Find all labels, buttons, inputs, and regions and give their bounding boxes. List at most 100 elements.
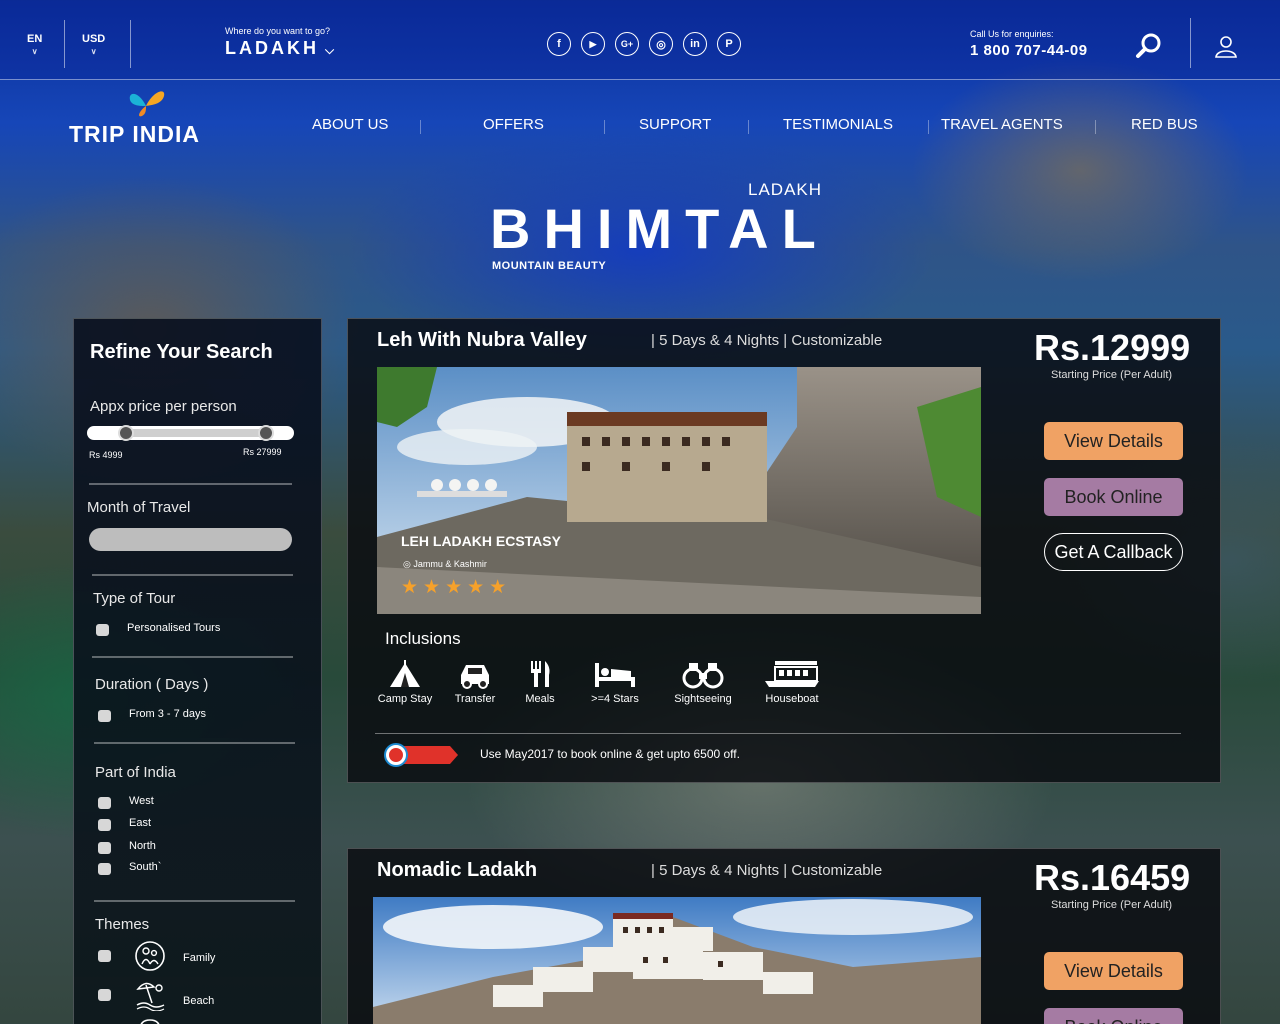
themes-label: Themes	[95, 916, 150, 933]
checkbox-beach[interactable]	[98, 989, 111, 1001]
inclusion-transfer: Transfer	[440, 659, 510, 705]
nav-red-bus[interactable]: RED BUS	[1131, 116, 1198, 133]
divider	[92, 574, 293, 576]
logo-text: TRIP INDIA	[69, 121, 200, 147]
book-online-button[interactable]: Book Online	[1044, 478, 1183, 516]
option-label: North	[129, 840, 156, 852]
currency-value: USD	[82, 33, 106, 45]
filter-panel: Refine Your Search Appx price per person…	[73, 318, 322, 1024]
cutlery-icon	[531, 661, 550, 687]
location-pin-icon: ◎	[403, 559, 414, 569]
call-label: Call Us for enquiries:	[970, 29, 1054, 39]
nav-testimonials[interactable]: TESTIMONIALS	[783, 116, 893, 133]
logo[interactable]: TRIP INDIA	[68, 88, 218, 148]
currency-selector[interactable]: USD ∨	[82, 33, 105, 56]
bed-icon	[595, 663, 635, 687]
tour-meta: | 5 Days & 4 Nights | Customizable	[651, 862, 883, 879]
binoculars-icon	[682, 663, 724, 689]
divider	[89, 483, 292, 485]
nav-travel-agents[interactable]: TRAVEL AGENTS	[941, 116, 1063, 133]
checkbox-family[interactable]	[98, 950, 111, 962]
hero-title: BHIMTAL	[490, 197, 829, 260]
inclusion-label: Camp Stay	[377, 693, 433, 705]
divider	[748, 120, 749, 134]
inclusions-label: Inclusions	[385, 629, 461, 648]
divider	[420, 120, 421, 134]
photo-location-text: Jammu & Kashmir	[413, 559, 487, 569]
nav-about-us[interactable]: ABOUT US	[312, 116, 388, 133]
divider	[928, 120, 929, 134]
houseboat-icon	[765, 661, 819, 687]
youtube-icon[interactable]: ▶	[581, 32, 605, 56]
tour-photo[interactable]	[373, 897, 981, 1024]
family-icon	[134, 940, 166, 972]
divider	[1190, 18, 1191, 68]
divider	[64, 20, 65, 68]
get-callback-button[interactable]: Get A Callback	[1044, 533, 1183, 571]
inclusion-sightseeing: Sightseeing	[668, 659, 738, 705]
photo-location: ◎ Jammu & Kashmir	[403, 559, 487, 570]
tour-photo[interactable]: LEH LADAKH ECSTASY ◎ Jammu & Kashmir ★★★…	[377, 367, 981, 614]
duration-label: Duration ( Days )	[95, 676, 209, 693]
nav-offers[interactable]: OFFERS	[483, 116, 544, 133]
inclusion-meals: Meals	[505, 659, 575, 705]
checkbox-west[interactable]	[98, 797, 111, 809]
hero-tagline: MOUNTAIN BEAUTY	[492, 260, 607, 272]
divider	[130, 20, 131, 68]
option-label: Family	[183, 952, 216, 964]
tour-card: Leh With Nubra Valley | 5 Days & 4 Night…	[347, 318, 1221, 783]
price-range-slider[interactable]	[87, 425, 294, 441]
divider	[94, 742, 295, 744]
beach-icon	[134, 979, 166, 1012]
checkbox-south[interactable]	[98, 863, 111, 875]
checkbox-duration[interactable]	[98, 710, 111, 722]
tour-type-label: Type of Tour	[93, 590, 176, 607]
checkbox-east[interactable]	[98, 819, 111, 831]
instagram-icon[interactable]: ◎	[649, 32, 673, 56]
car-icon	[461, 665, 489, 689]
pinterest-icon[interactable]: P	[717, 32, 741, 56]
photo-title: LEH LADAKH ECSTASY	[401, 533, 561, 549]
chevron-down-icon: ∨	[90, 47, 97, 56]
inclusion-houseboat: Houseboat	[757, 659, 827, 705]
user-icon[interactable]	[1214, 34, 1238, 58]
checkbox-personalised-tours[interactable]	[96, 624, 109, 636]
option-label: East	[129, 817, 152, 829]
search-icon[interactable]	[1135, 32, 1163, 60]
language-selector[interactable]: EN ∨	[27, 33, 42, 56]
price-max: Rs 27999	[243, 447, 282, 457]
option-label: Personalised Tours	[127, 622, 221, 634]
nav-support[interactable]: SUPPORT	[639, 116, 711, 133]
slider-min-handle[interactable]	[118, 425, 134, 441]
book-online-button[interactable]: Book Online	[1044, 1008, 1183, 1024]
tour-price: Rs.12999	[1034, 327, 1191, 368]
linkedin-icon[interactable]: in	[683, 32, 707, 56]
view-details-button[interactable]: View Details	[1044, 422, 1183, 460]
social-links: f ▶ G+ ◎ in P	[547, 32, 741, 56]
option-label: Beach	[183, 995, 215, 1007]
month-select[interactable]	[89, 528, 292, 551]
option-label: South`	[129, 861, 162, 873]
checkbox-north[interactable]	[98, 842, 111, 854]
tour-meta: | 5 Days & 4 Nights | Customizable	[651, 332, 883, 349]
destination-selector[interactable]: Where do you want to go? LADAKH ⌵	[225, 26, 334, 59]
price-label: Appx price per person	[90, 398, 237, 415]
destination-value[interactable]: LADAKH ⌵	[225, 38, 334, 59]
google-plus-icon[interactable]: G+	[615, 32, 639, 56]
thiksey-monastery-photo	[373, 897, 981, 1024]
inclusion-stars: >=4 Stars	[580, 659, 650, 705]
tour-title[interactable]: Nomadic Ladakh	[377, 859, 537, 882]
tour-price: Rs.16459	[1034, 857, 1191, 898]
chevron-down-icon: ∨	[31, 47, 38, 56]
language-value: EN	[27, 33, 43, 45]
main-nav: ABOUT US OFFERS SUPPORT TESTIMONIALS TRA…	[290, 116, 1230, 136]
view-details-button[interactable]: View Details	[1044, 952, 1183, 990]
phone-number[interactable]: 1 800 707-44-09	[970, 42, 1088, 59]
top-bar: EN ∨ USD ∨ Where do you want to go? LADA…	[0, 0, 1280, 80]
facebook-icon[interactable]: f	[547, 32, 571, 56]
tour-title[interactable]: Leh With Nubra Valley	[377, 329, 587, 352]
price-note: Starting Price (Per Adult)	[1051, 369, 1173, 381]
option-label: From 3 - 7 days	[129, 708, 207, 720]
price-min: Rs 4999	[89, 450, 123, 460]
slider-max-handle[interactable]	[258, 425, 274, 441]
